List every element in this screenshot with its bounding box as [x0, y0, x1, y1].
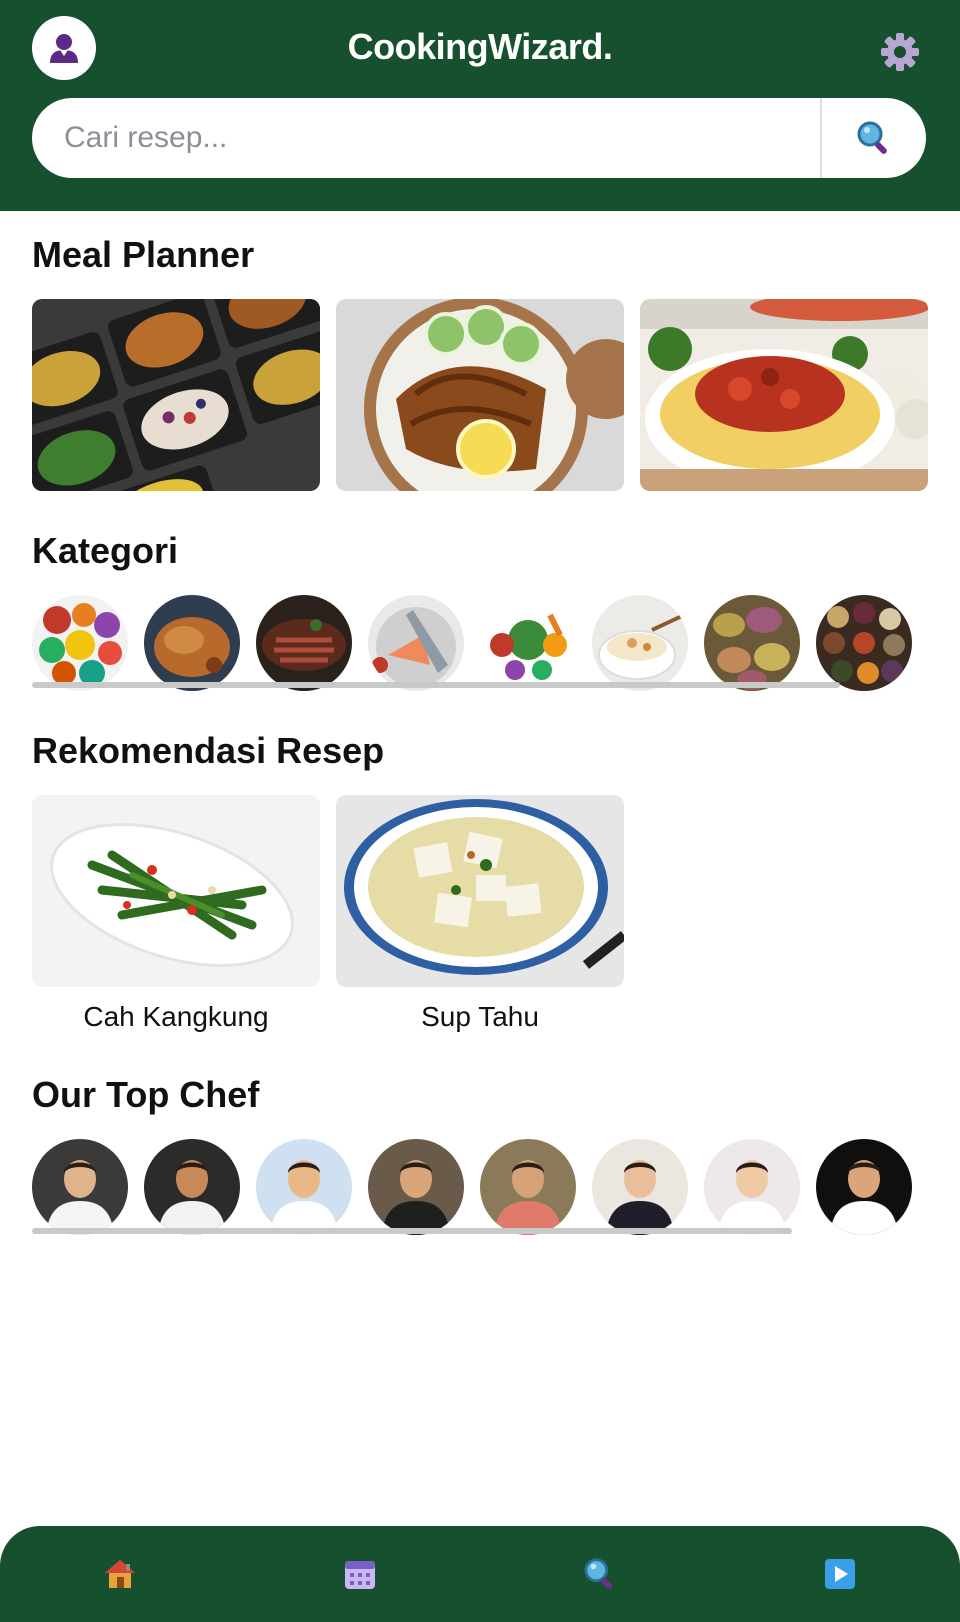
- chef-avatar[interactable]: [144, 1139, 240, 1235]
- bottom-navigation: [0, 1526, 960, 1622]
- meal-planner-card[interactable]: [640, 299, 928, 491]
- recipe-card[interactable]: Cah Kangkung: [32, 795, 320, 1033]
- spaghetti-image: [640, 299, 928, 491]
- nav-video[interactable]: [720, 1526, 960, 1622]
- app-header: CookingWizard.: [0, 0, 960, 211]
- category-fruits[interactable]: [32, 595, 128, 691]
- category-potatoes[interactable]: [704, 595, 800, 691]
- app-title: CookingWizard.: [347, 26, 613, 67]
- chef-portrait-image: [704, 1139, 800, 1235]
- chef-avatar[interactable]: [592, 1139, 688, 1235]
- rice-image: [592, 595, 688, 691]
- vegetables-image: [480, 595, 576, 691]
- chef-avatar[interactable]: [368, 1139, 464, 1235]
- meal-planner-list: [32, 299, 928, 491]
- category-spices[interactable]: [816, 595, 912, 691]
- fish-image: [368, 595, 464, 691]
- nav-search[interactable]: [480, 1526, 720, 1622]
- nav-planner[interactable]: [240, 1526, 480, 1622]
- top-chef-scrollbar[interactable]: [32, 1228, 792, 1234]
- category-rice[interactable]: [592, 595, 688, 691]
- top-chef-viewport: [0, 1139, 928, 1239]
- top-chef-title: Our Top Chef: [32, 1074, 260, 1115]
- top-chef-list: [32, 1139, 928, 1235]
- chef-avatar[interactable]: [816, 1139, 912, 1235]
- settings-button[interactable]: [877, 29, 923, 75]
- chef-portrait-image: [368, 1139, 464, 1235]
- chef-avatar[interactable]: [480, 1139, 576, 1235]
- recipe-image: [336, 795, 624, 987]
- chef-avatar[interactable]: [704, 1139, 800, 1235]
- kategori-list: [32, 595, 912, 691]
- meal-planner-card[interactable]: [32, 299, 320, 491]
- chef-portrait-image: [32, 1139, 128, 1235]
- search-bar: [32, 98, 926, 178]
- kategori-scrollbar[interactable]: [32, 682, 840, 688]
- search-button[interactable]: [820, 98, 926, 178]
- sup-tahu-image: [336, 795, 624, 987]
- chef-portrait-image: [816, 1139, 912, 1235]
- chef-portrait-image: [144, 1139, 240, 1235]
- home-icon: [105, 1560, 135, 1588]
- category-chicken[interactable]: [144, 595, 240, 691]
- potatoes-image: [704, 595, 800, 691]
- chef-portrait-image: [592, 1139, 688, 1235]
- fruits-image: [32, 595, 128, 691]
- meal-planner-title: Meal Planner: [32, 234, 255, 275]
- chef-portrait-image: [480, 1139, 576, 1235]
- category-fish[interactable]: [368, 595, 464, 691]
- chicken-image: [144, 595, 240, 691]
- chicken-bowl-image: [336, 299, 624, 491]
- recipe-label: Sup Tahu: [421, 1001, 539, 1032]
- search-icon: [584, 1558, 613, 1589]
- rekomendasi-title: Rekomendasi Resep: [32, 730, 385, 771]
- recipe-label: Cah Kangkung: [83, 1001, 269, 1032]
- magnifier-icon: [857, 121, 887, 154]
- chef-portrait-image: [256, 1139, 352, 1235]
- play-icon: [825, 1559, 855, 1589]
- meat-image: [256, 595, 352, 691]
- meal-prep-image: [32, 299, 320, 491]
- meal-planner-card[interactable]: [336, 299, 624, 491]
- rekomendasi-list: Cah Kangkung Sup Tahu: [32, 795, 624, 1033]
- chef-avatar[interactable]: [32, 1139, 128, 1235]
- chef-avatar[interactable]: [256, 1139, 352, 1235]
- cah-kangkung-image: [32, 795, 320, 987]
- recipe-image: [32, 795, 320, 987]
- calendar-icon: [345, 1561, 375, 1589]
- gear-icon: [881, 33, 919, 71]
- search-input[interactable]: [32, 98, 820, 178]
- recipe-card[interactable]: Sup Tahu: [336, 795, 624, 1033]
- kategori-title: Kategori: [32, 530, 179, 571]
- nav-home[interactable]: [0, 1526, 240, 1622]
- category-vegetables[interactable]: [480, 595, 576, 691]
- category-meat[interactable]: [256, 595, 352, 691]
- spices-image: [816, 595, 912, 691]
